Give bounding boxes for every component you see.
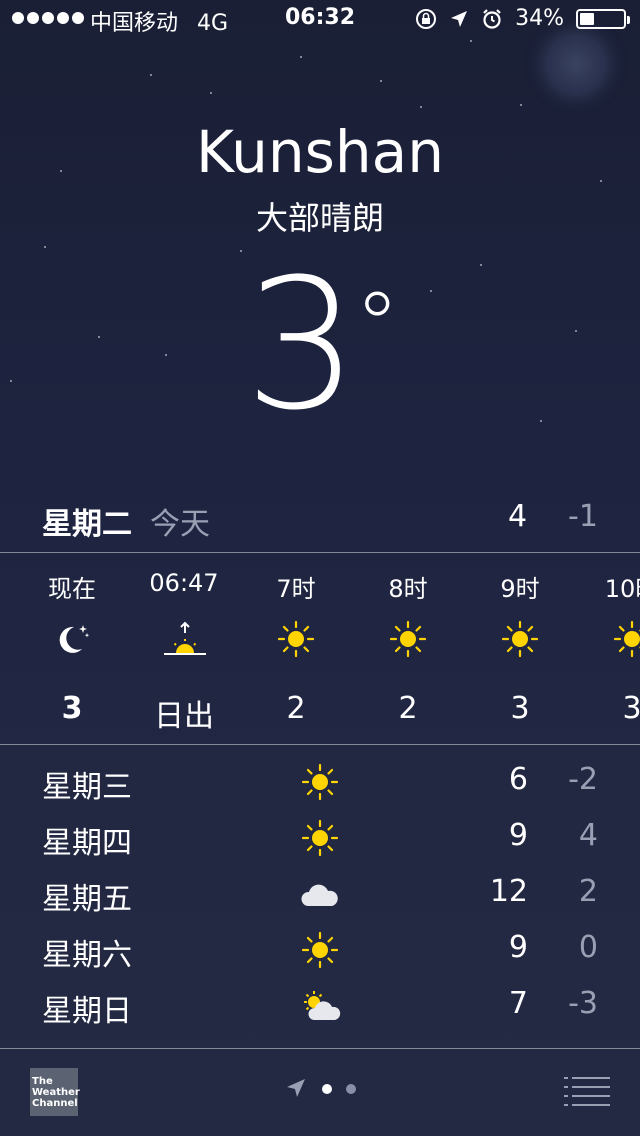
day-name: 星期日 [42, 994, 132, 1029]
hour-label: 10时 [604, 575, 640, 603]
day-name: 星期五 [42, 882, 132, 917]
day-low: -2 [568, 762, 598, 797]
today-summary: 星期二 今天 4 -1 [0, 495, 640, 551]
status-icons: 34% [415, 6, 630, 31]
sun-icon [301, 763, 339, 801]
day-high: 12 [489, 874, 528, 909]
location-icon [451, 10, 468, 27]
battery-percent: 34% [515, 6, 564, 31]
hour-value: 日出 [154, 699, 214, 734]
day-name: 星期三 [42, 770, 132, 805]
daily-row: 星期六 9 0 [0, 926, 640, 982]
daily-row: 星期日 7 -3 [0, 982, 640, 1038]
list-icon[interactable] [564, 1076, 610, 1106]
sun-icon [501, 620, 539, 658]
city-name: Kunshan [196, 118, 444, 186]
weather-condition: 大部晴朗 [255, 199, 384, 237]
battery-icon [576, 8, 630, 29]
daily-row: 星期三 6 -2 [0, 758, 640, 814]
sun-icon [301, 819, 339, 857]
day-low: 2 [578, 874, 598, 909]
weather-channel-logo[interactable]: The Weather Channel [30, 1068, 80, 1116]
daily-row: 星期四 9 4 [0, 814, 640, 870]
divider [0, 1048, 640, 1049]
day-low: 0 [578, 930, 598, 965]
page-indicator-current[interactable] [322, 1084, 332, 1094]
today-low: -1 [568, 499, 598, 534]
degree-symbol: ° [354, 273, 400, 378]
logo-text: The Weather Channel [32, 1076, 80, 1109]
moon-stars-icon [59, 625, 90, 653]
hour-label: 7时 [276, 575, 316, 603]
sun-icon [301, 931, 339, 969]
sun-icon [277, 620, 315, 658]
status-bar: 中国移动 4G 06:32 34% [0, 0, 640, 40]
day-low: -3 [568, 986, 598, 1021]
hourly-forecast[interactable]: 现在 3 06:47 日出 7时 2 8时 2 9时 3 10时 3 [0, 553, 640, 743]
day-name: 星期四 [42, 826, 132, 861]
hour-value: 2 [398, 691, 418, 726]
page-indicator[interactable] [346, 1084, 356, 1094]
hour-label: 8时 [388, 575, 428, 603]
hour-label: 06:47 [149, 569, 219, 597]
sunrise-icon [164, 621, 206, 655]
lock-rotation-icon [416, 8, 437, 29]
today-label: 今天 [150, 507, 210, 542]
day-high: 9 [508, 818, 528, 853]
day-high: 6 [508, 762, 528, 797]
hour-label: 9时 [500, 575, 540, 603]
hour-value: 3 [622, 691, 640, 726]
hour-value: 2 [286, 691, 306, 726]
daily-row: 星期五 12 2 [0, 870, 640, 926]
location-arrow-icon[interactable] [284, 1076, 308, 1100]
today-day: 星期二 [42, 507, 132, 542]
moon-image [546, 34, 606, 94]
alarm-icon [483, 8, 501, 29]
current-temperature: 3° [0, 256, 640, 436]
day-high: 9 [508, 930, 528, 965]
temperature-value: 3 [244, 241, 359, 450]
sun-icon [613, 620, 640, 658]
bottom-toolbar: The Weather Channel [0, 1048, 640, 1136]
day-low: 4 [578, 818, 598, 853]
sun-icon [389, 620, 427, 658]
hour-value: 3 [510, 691, 530, 726]
divider [0, 744, 640, 745]
day-high: 7 [508, 986, 528, 1021]
partly-cloudy-icon [304, 991, 341, 1020]
hour-value: 3 [61, 691, 83, 726]
day-name: 星期六 [42, 938, 132, 973]
cloud-icon [301, 884, 338, 906]
hour-label: 现在 [48, 575, 96, 603]
today-high: 4 [508, 499, 528, 534]
